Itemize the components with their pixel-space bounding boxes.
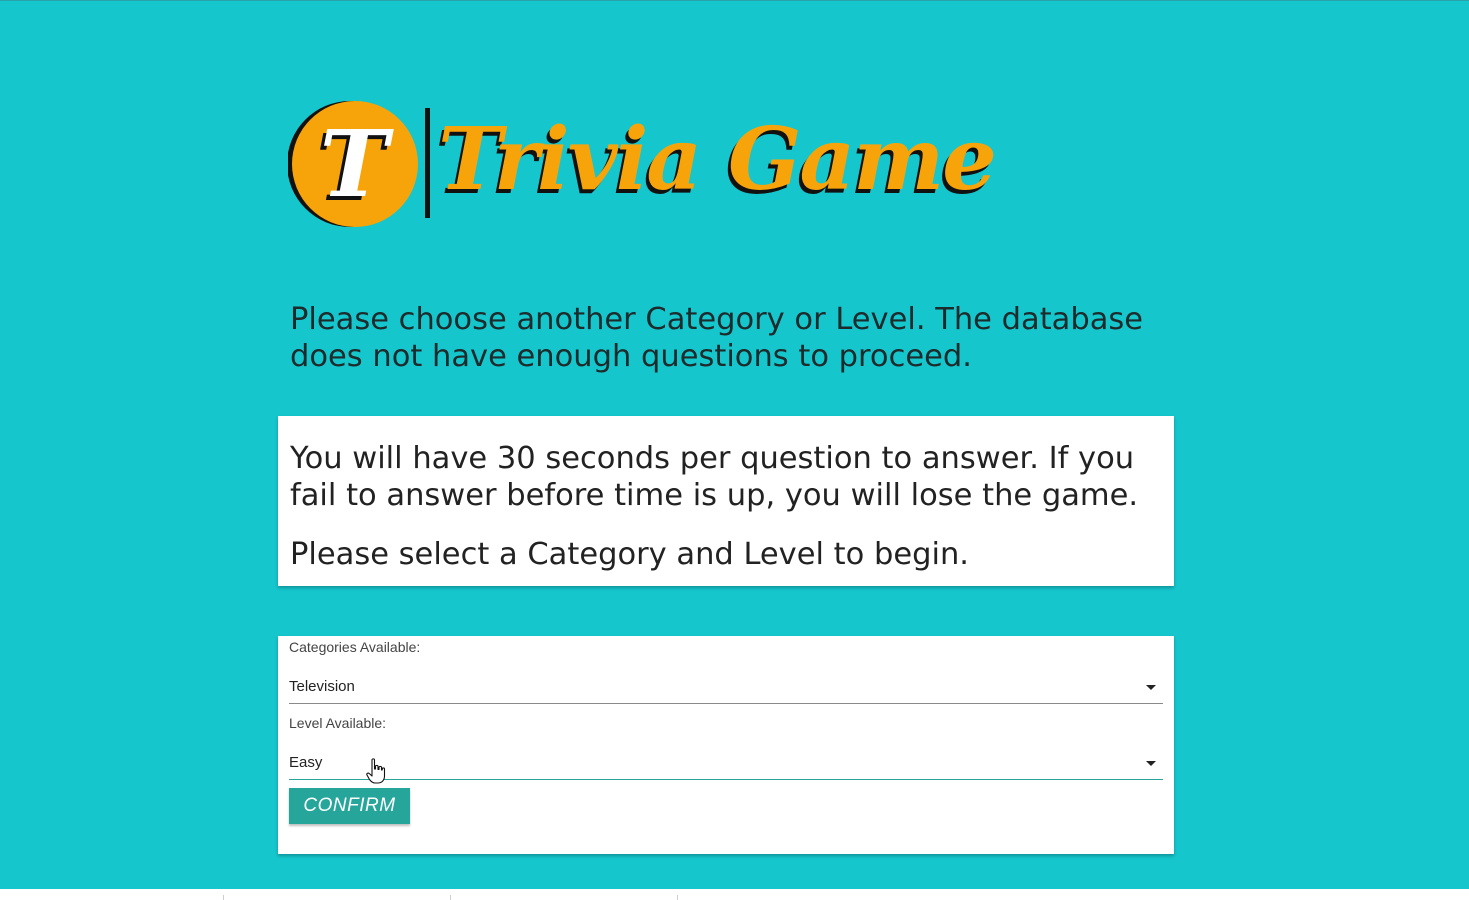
info-card: You will have 30 seconds per question to… [278, 416, 1174, 586]
hand-pointer-icon [366, 758, 386, 784]
category-select-value: Television [289, 678, 355, 695]
category-select[interactable]: Television [289, 673, 1163, 704]
logo-divider [425, 108, 430, 218]
logo-badge: T T [288, 101, 418, 227]
info-paragraph-instruction: Please select a Category and Level to be… [290, 537, 969, 572]
logo-title: Trivia Game [438, 109, 997, 210]
caret-down-icon [1146, 761, 1156, 766]
level-label: Level Available: [289, 715, 387, 731]
top-border [0, 0, 1469, 1]
info-paragraph-rules: You will have 30 seconds per question to… [290, 441, 1139, 513]
selection-form: Categories Available: Television Level A… [278, 636, 1174, 854]
strip-divider [223, 895, 224, 900]
strip-divider [450, 895, 451, 900]
warning-message: Please choose another Category or Level.… [290, 302, 1144, 374]
level-select-value: Easy [289, 754, 323, 771]
logo-badge-letter: T [320, 110, 395, 218]
category-label: Categories Available: [289, 639, 421, 655]
caret-down-icon [1146, 685, 1156, 690]
level-select[interactable]: Easy [289, 749, 1163, 780]
confirm-button[interactable]: CONFIRM [289, 788, 410, 824]
bottom-strip [0, 889, 1469, 900]
strip-divider [677, 895, 678, 900]
